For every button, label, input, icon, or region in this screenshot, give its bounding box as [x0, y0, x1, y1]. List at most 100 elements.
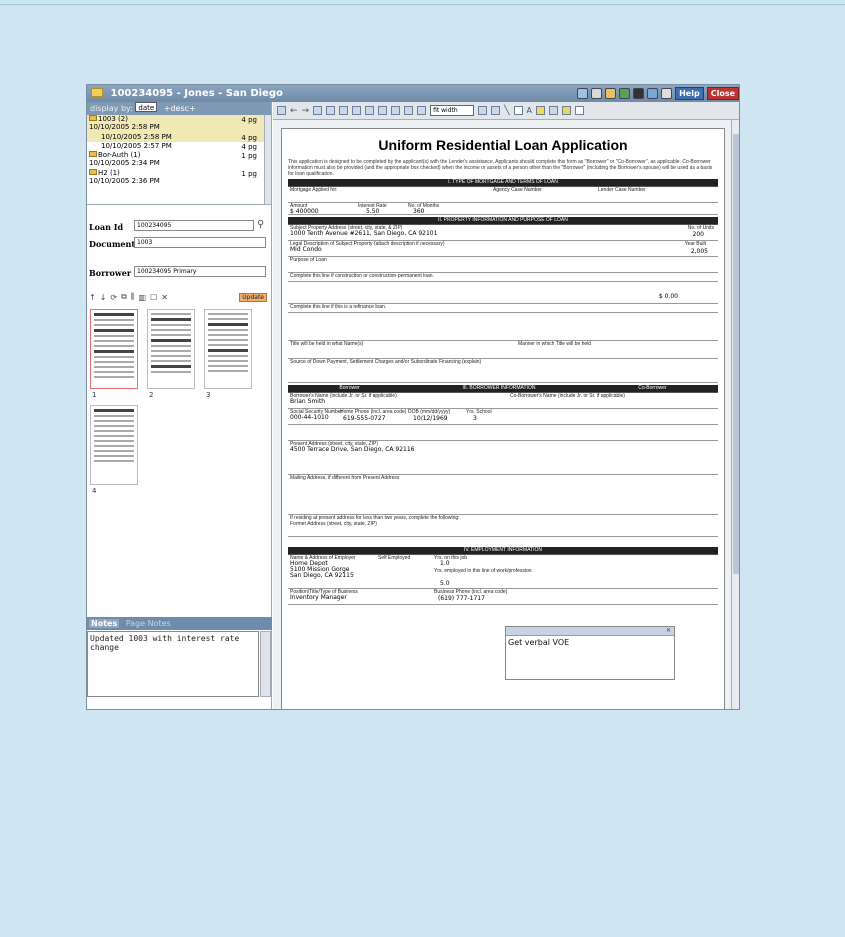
- export-icon[interactable]: [619, 88, 631, 99]
- borrower-label: Borrower: [89, 268, 132, 278]
- fit-page-icon[interactable]: [404, 106, 414, 115]
- borrower-select[interactable]: 100234095 Primary: [134, 266, 266, 277]
- document-list-scrollbar[interactable]: [264, 115, 271, 204]
- sticky-note-popup[interactable]: ✕ Get verbal VOE: [505, 626, 675, 680]
- employment-rows: Name & Address of Employer Self Employed…: [288, 554, 718, 605]
- arrow-up-icon[interactable]: ↑: [89, 293, 96, 302]
- form-row: Mailing Address, if different from Prese…: [288, 475, 718, 515]
- sort-select[interactable]: date: [135, 102, 158, 112]
- tab-page-notes[interactable]: Page Notes: [126, 619, 171, 628]
- folder-open-icon[interactable]: [605, 88, 617, 99]
- form-title: Uniform Residential Loan Application: [378, 137, 628, 153]
- list-item[interactable]: 10/10/2005 2:58 PM 4 pg: [87, 133, 271, 142]
- document-select[interactable]: 1003: [134, 237, 266, 248]
- delete-icon[interactable]: ✕: [161, 293, 168, 302]
- notes-scrollbar[interactable]: [260, 631, 271, 697]
- zoom-in-icon[interactable]: [365, 106, 375, 115]
- scroll-thumb[interactable]: [733, 134, 739, 574]
- zoom-out-icon[interactable]: [378, 106, 388, 115]
- cut-icon[interactable]: [326, 106, 336, 115]
- loan-id-input[interactable]: 100234095: [134, 220, 254, 231]
- form-row: Subject Property Address (street, city, …: [288, 225, 718, 241]
- thumbnail-number: 3: [206, 391, 211, 399]
- zoom-icon[interactable]: [391, 106, 401, 115]
- form-row: Social Security Number Home Phone (incl.…: [288, 409, 718, 425]
- title-bar: 100234095 - Jones - San Diego Help Close: [87, 85, 739, 102]
- arrow-down-icon[interactable]: ↓: [100, 293, 107, 302]
- form-row: If residing at present address for less …: [288, 515, 718, 537]
- note-icon[interactable]: [491, 106, 501, 115]
- paste-icon[interactable]: [339, 106, 349, 115]
- thumbnail-number: 1: [92, 391, 97, 399]
- form-row: Mortgage Applied for: Agency Case Number…: [288, 187, 718, 203]
- pen-icon[interactable]: [562, 106, 571, 115]
- document-icon[interactable]: [352, 106, 362, 115]
- view-icon[interactable]: [647, 88, 659, 99]
- folder-icon: [89, 151, 97, 157]
- property-rows: Subject Property Address (street, city, …: [288, 224, 718, 383]
- list-item[interactable]: 1003 (2) 10/10/2005 2:58 PM 4 pg: [87, 115, 271, 133]
- page-thumbnail[interactable]: [90, 309, 138, 389]
- window-title: 100234095 - Jones - San Diego: [110, 88, 283, 99]
- display-by-bar: display by: date +desc+: [87, 102, 271, 115]
- left-panel: display by: date +desc+ 1003 (2) 10/10/2…: [87, 102, 272, 709]
- page-thumbnail[interactable]: [204, 309, 252, 389]
- folder-icon: [89, 115, 97, 121]
- barcode-icon[interactable]: [633, 88, 645, 99]
- form-row: $ 0.00: [288, 282, 718, 304]
- viewer-toolbar: ← → fit width ╲ A: [273, 102, 739, 120]
- merge-icon[interactable]: ▥: [139, 293, 147, 302]
- stamp-icon[interactable]: [549, 106, 558, 115]
- tab-notes[interactable]: Notes: [89, 619, 120, 628]
- form-row: Name & Address of Employer Self Employed…: [288, 555, 718, 589]
- form-row: Present Address (street, city, state, ZI…: [288, 441, 718, 475]
- sticky-note-text[interactable]: Get verbal VOE: [506, 637, 571, 648]
- form-row: Position/Title/Type of Business Business…: [288, 589, 718, 605]
- fit-select[interactable]: fit width: [430, 105, 475, 116]
- form-row: Complete this line if construction or co…: [288, 273, 718, 282]
- page-thumbnail[interactable]: [90, 405, 138, 485]
- copy-icon[interactable]: [313, 106, 323, 115]
- list-item[interactable]: 10/10/2005 2:57 PM 4 pg: [87, 142, 271, 151]
- list-item[interactable]: Bor-Auth (1) 10/10/2005 2:34 PM 1 pg: [87, 151, 271, 169]
- fit-width-icon[interactable]: [417, 106, 427, 115]
- viewer-scrollbar[interactable]: [731, 120, 739, 709]
- help-button[interactable]: Help: [675, 87, 704, 100]
- blank-icon[interactable]: [575, 106, 584, 115]
- printer-icon[interactable]: [591, 88, 603, 99]
- rotate-icon[interactable]: ⟳: [110, 293, 117, 302]
- star-icon[interactable]: [661, 88, 673, 99]
- thumbnail-toolbar: ↑ ↓ ⟳ ⧉ ⫼ ▥ ☐ ✕ Update: [89, 291, 267, 303]
- form-row: Complete this line if this is a refinanc…: [288, 304, 718, 313]
- form-row: [288, 313, 718, 341]
- notes-tab-bar: Notes Page Notes: [87, 617, 272, 630]
- order-toggle[interactable]: +desc+: [164, 104, 196, 113]
- split-icon[interactable]: ⫼: [131, 292, 135, 302]
- page-thumbnail[interactable]: [147, 309, 195, 389]
- checkbox-icon[interactable]: ☐: [150, 293, 157, 302]
- text-icon[interactable]: A: [527, 106, 532, 115]
- close-icon[interactable]: ✕: [666, 627, 671, 634]
- document-viewer-window: 100234095 - Jones - San Diego Help Close…: [86, 84, 740, 710]
- close-button[interactable]: Close: [706, 87, 739, 100]
- form-row: Purpose of Loan: [288, 257, 718, 273]
- arrow-right-icon[interactable]: →: [302, 106, 310, 116]
- loan-id-label: Loan Id: [89, 222, 124, 232]
- notes-textarea[interactable]: Updated 1003 with interest rate change: [87, 631, 259, 697]
- rectangle-icon[interactable]: [513, 106, 523, 115]
- update-button[interactable]: Update: [239, 292, 267, 302]
- highlight-icon[interactable]: [536, 106, 545, 115]
- form-row: Borrower's Name (include Jr. or Sr. if a…: [288, 393, 718, 409]
- list-item[interactable]: H2 (1) 10/10/2005 2:36 PM 1 pg: [87, 169, 271, 187]
- arrow-left-icon[interactable]: ←: [290, 106, 298, 116]
- select-rect-icon[interactable]: [478, 106, 488, 115]
- form-intro: This application is designed to be compl…: [288, 159, 713, 177]
- page-icon[interactable]: [277, 106, 286, 115]
- copy-icon[interactable]: ⧉: [121, 292, 127, 302]
- sticky-note-header: [506, 627, 674, 636]
- thumbnail-number: 4: [92, 487, 97, 495]
- line-icon[interactable]: ╲: [504, 106, 509, 116]
- mortgage-rows: Mortgage Applied for: Agency Case Number…: [288, 186, 718, 215]
- search-icon[interactable]: ⚲: [257, 219, 264, 230]
- scanner-icon[interactable]: [577, 88, 589, 99]
